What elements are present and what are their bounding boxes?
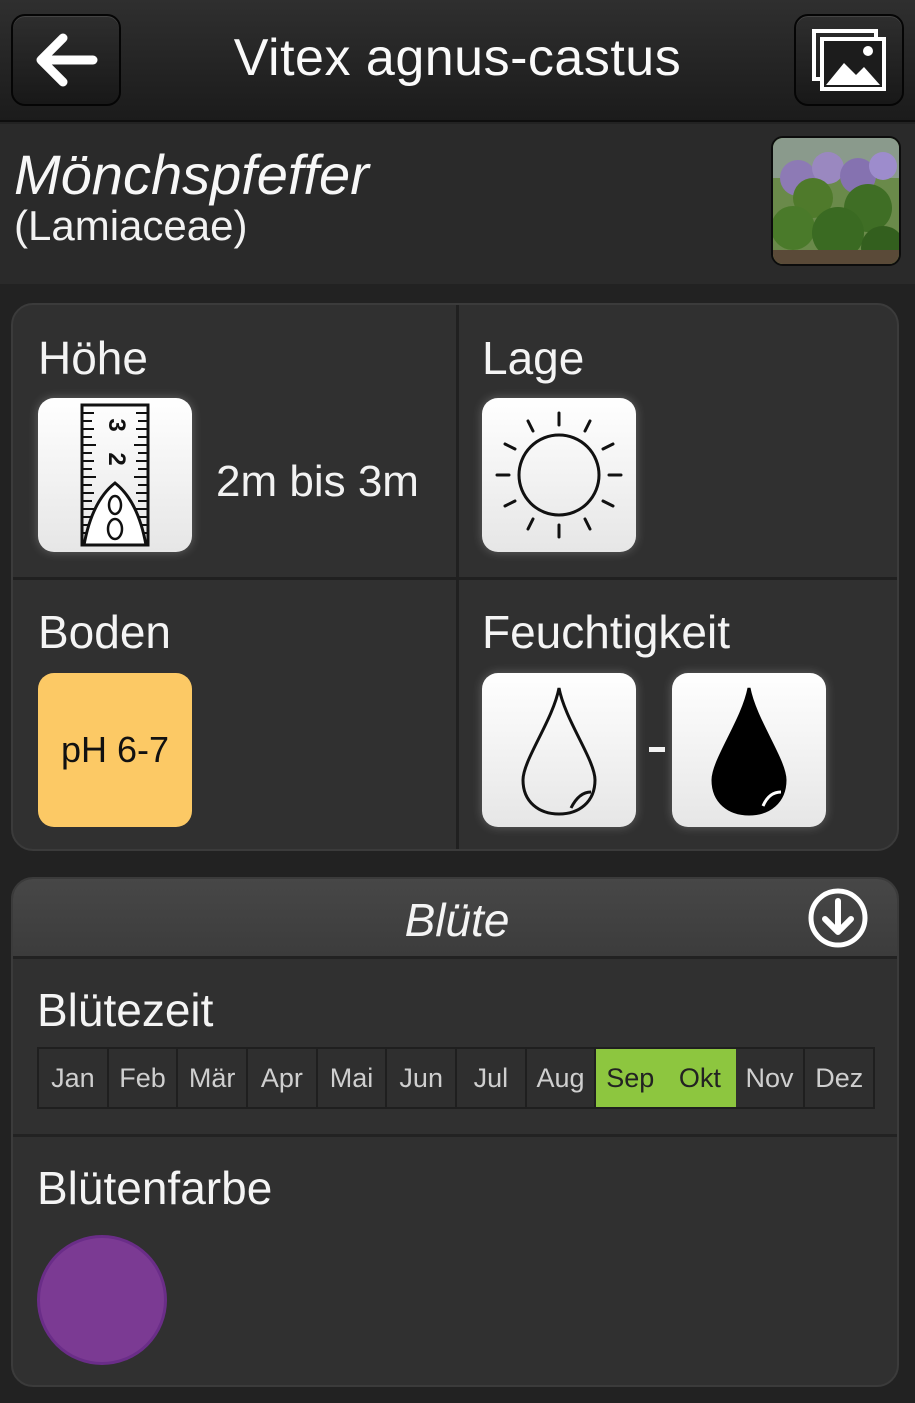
month-mar: Mär [178, 1049, 249, 1107]
month-jun: Jun [387, 1049, 458, 1107]
height-icon-box: 3 2 [38, 398, 192, 552]
back-arrow-icon [36, 33, 98, 87]
bloom-month-strip: Jan Feb Mär Apr Mai Jun Jul Aug Sep Okt … [37, 1047, 875, 1109]
page-title: Vitex agnus-castus [233, 29, 682, 87]
location-icon-box [482, 398, 636, 552]
moisture-min-icon-box [482, 673, 636, 827]
plant-thumbnail[interactable] [771, 136, 901, 266]
sun-icon [495, 411, 623, 539]
soil-ph-badge: pH 6-7 [38, 673, 192, 827]
drop-outline-icon [521, 687, 597, 816]
location-label: Lage [482, 332, 585, 384]
grid-divider-horizontal [13, 577, 897, 580]
flower-color-label: Blütenfarbe [37, 1162, 273, 1214]
month-jan: Jan [39, 1049, 109, 1107]
bloom-section: Blüte Blütezeit Jan Feb Mär Apr Mai Jun … [11, 877, 899, 1387]
month-sep: Sep [596, 1049, 667, 1107]
month-aug: Aug [527, 1049, 597, 1107]
drop-filled-icon [711, 687, 787, 816]
moisture-label: Feuchtigkeit [482, 606, 731, 658]
flower-color-swatch [37, 1235, 167, 1365]
moisture-range-dash [649, 747, 665, 752]
month-dec: Dez [815, 1062, 864, 1093]
common-name: Mönchspfeffer [14, 143, 369, 206]
height-label: Höhe [38, 332, 148, 384]
family-name: (Lamiaceae) [14, 202, 248, 249]
month-nov: Nov [736, 1049, 806, 1107]
height-value: 2m bis 3m [216, 457, 419, 506]
svg-text:2: 2 [103, 452, 130, 465]
back-button[interactable] [11, 14, 121, 106]
month-feb: Feb [109, 1049, 179, 1107]
image-gallery-icon [812, 29, 886, 91]
month-apr: Apr [248, 1049, 318, 1107]
month-jul: Jul [457, 1049, 527, 1107]
plant-info-grid: Höhe 3 2 2m bis 3m Lage Boden pH 6-7 Feu… [11, 303, 899, 851]
month-oct: Okt [666, 1049, 736, 1107]
bloom-header[interactable]: Blüte [13, 879, 897, 959]
ruler-icon: 3 2 [80, 403, 150, 547]
bloom-time-label: Blütezeit [37, 984, 214, 1036]
month-may: Mai [318, 1049, 388, 1107]
soil-label: Boden [38, 606, 172, 658]
gallery-button[interactable] [794, 14, 904, 106]
plant-name-section: Mönchspfeffer (Lamiaceae) [0, 124, 915, 284]
bloom-title: Blüte [404, 894, 510, 946]
bloom-divider [13, 1134, 897, 1137]
svg-text:3: 3 [103, 418, 130, 431]
app-header: Vitex agnus-castus [0, 0, 915, 122]
moisture-max-icon-box [672, 673, 826, 827]
arrow-down-circle-icon[interactable] [807, 887, 869, 949]
